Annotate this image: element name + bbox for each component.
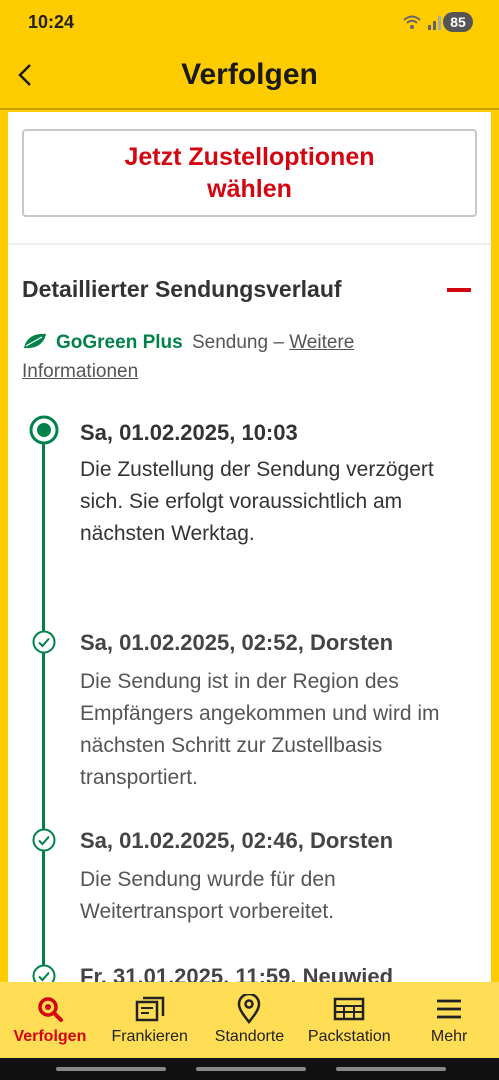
- nav-label: Standorte: [214, 1028, 285, 1045]
- gogreen-info: GoGreen Plus Sendung – Weitere Informati…: [22, 328, 462, 386]
- status-bar: 10:24 85: [0, 0, 499, 44]
- event-date: Sa, 01.02.2025, 02:46, Dorsten: [80, 828, 394, 853]
- app-header: Verfolgen: [0, 44, 499, 110]
- system-gesture-bar: [0, 1058, 499, 1080]
- search-icon: [38, 997, 63, 1022]
- check-circle-icon: [32, 828, 56, 852]
- delivery-options-label: Jetzt Zustelloptionen wählen: [124, 143, 375, 203]
- nav-verfolgen[interactable]: Verfolgen: [0, 982, 100, 1058]
- delivery-options-button[interactable]: Jetzt Zustelloptionen wählen: [22, 129, 477, 217]
- wifi-icon: [403, 15, 421, 29]
- nav-packstation[interactable]: Packstation: [299, 982, 399, 1058]
- check-circle-icon: [32, 630, 56, 654]
- packstation-icon: [334, 997, 365, 1021]
- gesture-handle: [196, 1067, 306, 1071]
- nav-label: Frankieren: [111, 1028, 188, 1045]
- leaf-icon: [24, 333, 46, 349]
- event-description: Die Sendung wurde für den Weitertranspor…: [80, 868, 336, 923]
- gesture-handle: [336, 1067, 446, 1071]
- history-title: Detaillierter Sendungsverlauf: [22, 276, 342, 302]
- main-content[interactable]: Jetzt Zustelloptionen wählen Detailliert…: [8, 112, 491, 982]
- gogreen-text: Sendung –: [191, 332, 284, 353]
- cta-section: Jetzt Zustelloptionen wählen: [8, 112, 491, 245]
- battery-indicator: 85: [443, 12, 473, 32]
- bottom-navigation: Verfolgen Frankieren Standorte Packstati…: [0, 982, 499, 1058]
- status-icons: [403, 14, 443, 30]
- event-description: Die Sendung ist in der Region des Empfän…: [80, 670, 440, 789]
- page-title: Verfolgen: [181, 58, 318, 91]
- nav-mehr[interactable]: Mehr: [399, 982, 499, 1058]
- event-description: Die Zustellung der Sendung verzögert sic…: [80, 458, 434, 545]
- current-status-icon: [29, 415, 59, 445]
- event-date: Sa, 01.02.2025, 02:52, Dorsten: [80, 630, 394, 655]
- nav-standorte[interactable]: Standorte: [200, 982, 300, 1058]
- timeline-line: [42, 430, 45, 982]
- stamp-icon: [135, 996, 164, 1022]
- nav-label: Mehr: [430, 1028, 468, 1045]
- gogreen-brand: GoGreen Plus: [56, 332, 183, 353]
- nav-label: Packstation: [307, 1028, 391, 1045]
- location-pin-icon: [238, 994, 261, 1024]
- gesture-handle: [56, 1067, 166, 1071]
- event-date: Fr, 31.01.2025, 11:59, Neuwied: [80, 964, 394, 982]
- nav-frankieren[interactable]: Frankieren: [100, 982, 200, 1058]
- check-circle-icon: [32, 964, 56, 982]
- event-date: Sa, 01.02.2025, 10:03: [80, 420, 298, 445]
- menu-icon: [437, 999, 462, 1019]
- signal-icon: [428, 16, 441, 30]
- status-time: 10:24: [28, 12, 75, 32]
- minus-icon[interactable]: [447, 288, 471, 292]
- nav-label: Verfolgen: [13, 1028, 87, 1045]
